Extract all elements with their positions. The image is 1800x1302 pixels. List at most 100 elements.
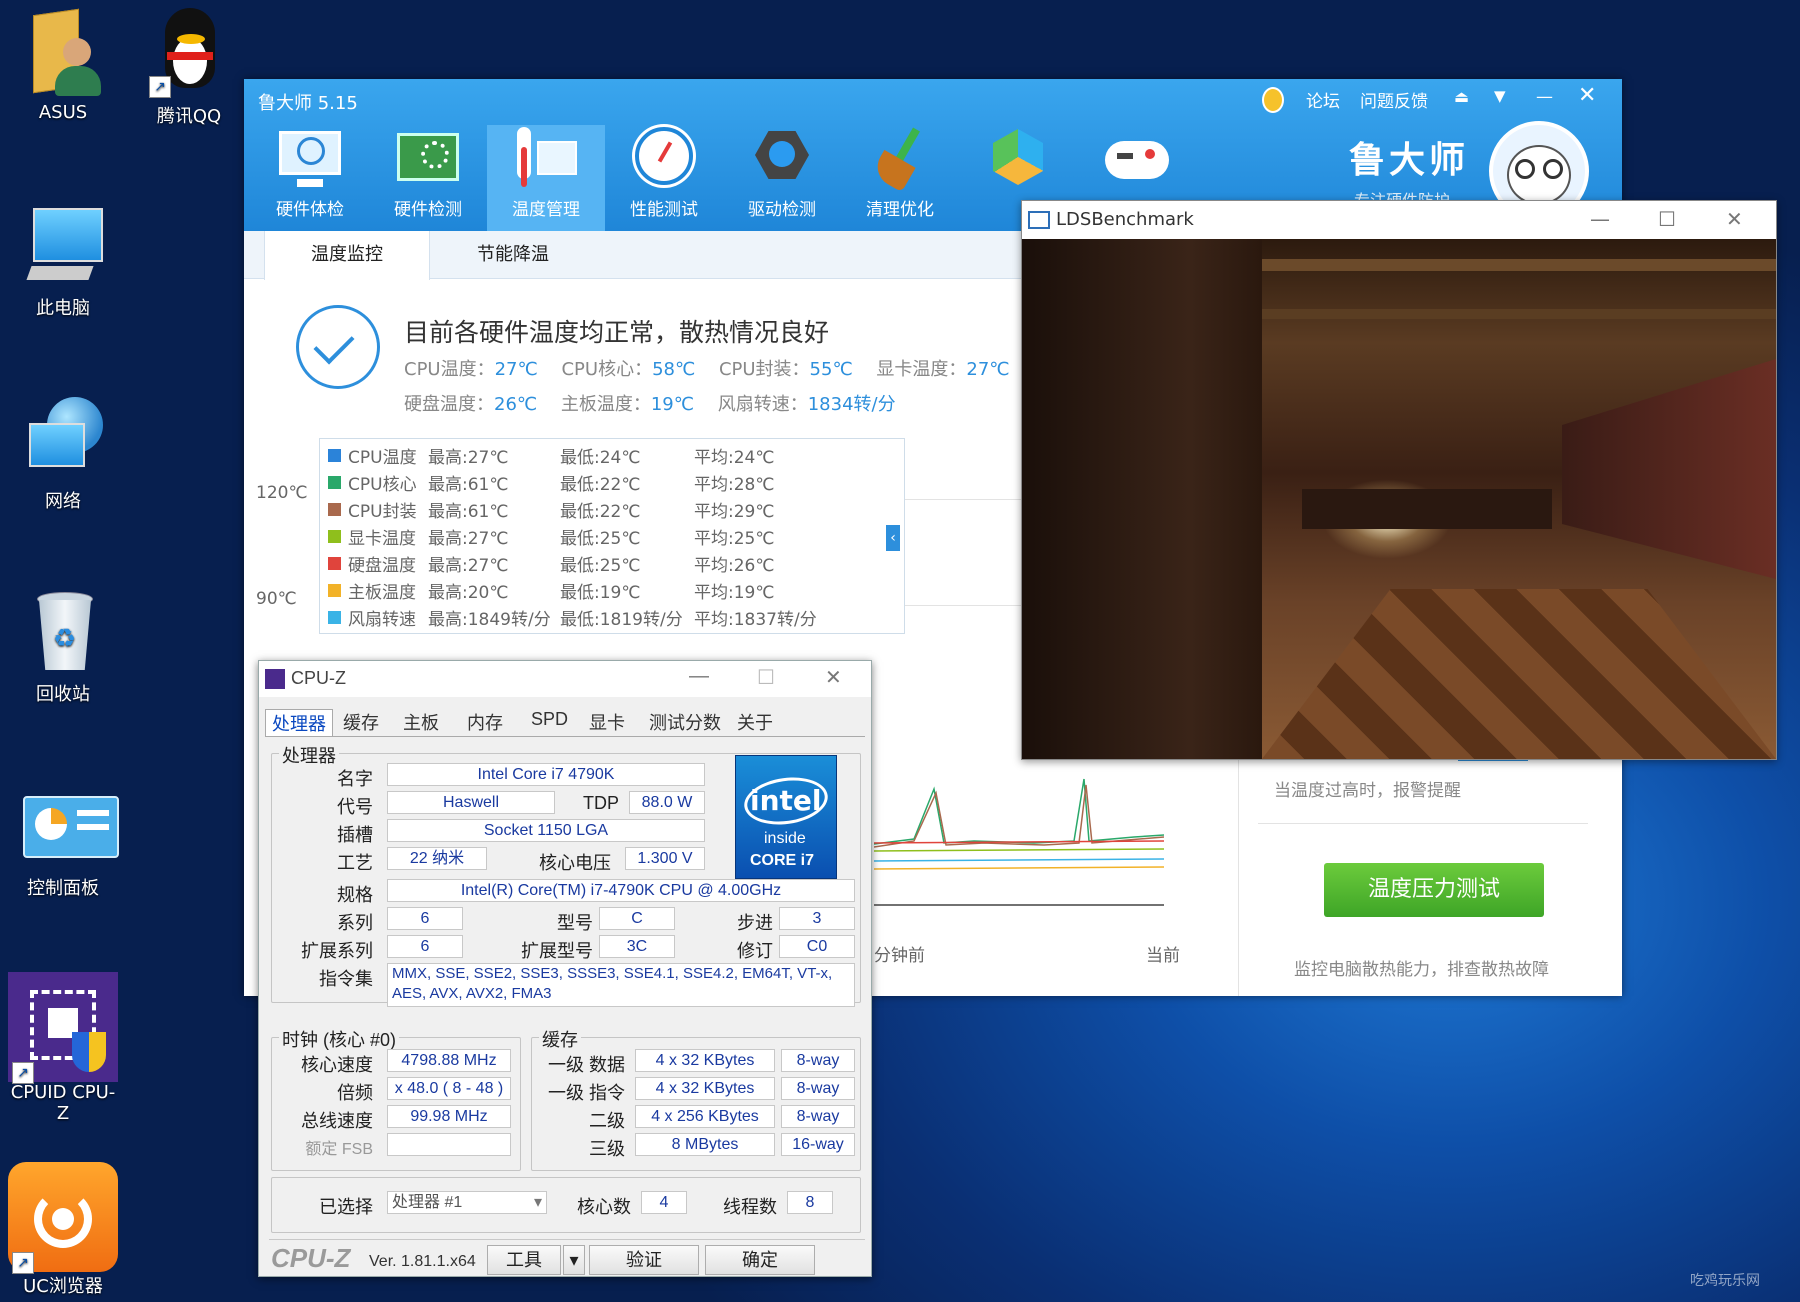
tab-processor[interactable]: 处理器 [265, 709, 333, 737]
desktop-icon-network[interactable]: 网络 [8, 393, 118, 513]
revision-label: 修订 [737, 941, 773, 961]
temperature-legend: CPU温度 最高:27℃ 最低:24℃ 平均:24℃ CPU核心 最高:61℃ 最低:22… [319, 438, 905, 634]
cache-l1i-way: 8-way [781, 1077, 855, 1100]
nav-performance[interactable]: 性能测试 [605, 125, 723, 231]
shortcut-arrow-icon: ↗ [12, 1062, 34, 1084]
voltage-field: 1.300 V [625, 847, 705, 870]
cache-l2-label: 二级 [589, 1111, 625, 1131]
desktop-icon-label: 腾讯QQ [156, 106, 222, 127]
nav-temperature[interactable]: 温度管理 [487, 125, 605, 231]
legend-min: 最低:22℃ [560, 475, 641, 495]
cache-l1i-size: 4 x 32 KBytes [635, 1077, 775, 1100]
brick-wall-left [1022, 239, 1262, 759]
forum-link[interactable]: 论坛 [1306, 87, 1340, 112]
metric-value: 26℃ [494, 394, 538, 415]
instructions-label: 指令集 [319, 969, 373, 989]
minimize-button[interactable]: — [689, 665, 709, 688]
core-speed-label: 核心速度 [301, 1055, 373, 1075]
desktop-icon-asus[interactable]: ASUS [8, 8, 118, 123]
tab-mainboard[interactable]: 主板 [397, 709, 445, 735]
bus-speed-label: 总线速度 [301, 1111, 373, 1131]
y-axis-label-120: 120℃ [256, 483, 308, 503]
tab-spd[interactable]: SPD [525, 709, 574, 735]
feedback-link[interactable]: 问题反馈 [1360, 87, 1428, 112]
threads-label: 线程数 [723, 1197, 777, 1217]
desktop-icon-label: 回收站 [36, 684, 90, 705]
desktop-icon-label: 网络 [45, 491, 81, 512]
name-field: Intel Core i7 4790K [387, 763, 705, 786]
instructions-line: AES, AVX, AVX2, FMA3 [392, 985, 552, 1002]
tdp-field: 88.0 W [629, 791, 705, 814]
legend-row: CPU核心 最高:61℃ 最低:22℃ 平均:28℃ [328, 470, 898, 495]
cache-l1d-label: 一级 数据 [547, 1055, 625, 1075]
nav-label: 硬件体检 [276, 200, 344, 220]
check-circle-icon [296, 305, 380, 389]
tab-temperature-monitor[interactable]: 温度监控 [264, 231, 430, 280]
tab-cache[interactable]: 缓存 [337, 709, 385, 735]
ext-model-label: 扩展型号 [521, 941, 593, 961]
tab-about[interactable]: 关于 [731, 709, 779, 735]
metric-value: 27℃ [494, 359, 538, 380]
x-axis-label-minutes-ago: 分钟前 [874, 946, 925, 966]
menu-dropdown-icon[interactable]: ▼ [1494, 87, 1506, 105]
legend-max: 最高:27℃ [428, 529, 509, 549]
nav-label: 驱动检测 [748, 200, 816, 220]
rated-fsb-label: 额定 FSB [305, 1141, 373, 1158]
gamepad-icon [1103, 127, 1169, 189]
series-line-cpu-temp [874, 858, 1164, 862]
legend-name: 显卡温度 [348, 529, 416, 549]
alert-text: 当温度过高时，报警提醒 [1274, 781, 1461, 801]
legend-min: 最低:22℃ [560, 502, 641, 522]
maximize-button[interactable]: ☐ [1658, 207, 1676, 231]
name-label: 名字 [337, 769, 373, 789]
tools-dropdown-button[interactable]: ▾ [563, 1245, 585, 1275]
desktop-icon-control-panel[interactable]: 控制面板 [8, 780, 119, 900]
tab-graphics[interactable]: 显卡 [583, 709, 631, 735]
skin-icon[interactable]: ⏏ [1454, 87, 1469, 106]
ok-button[interactable]: 确定 [705, 1245, 815, 1275]
maximize-button[interactable]: ☐ [757, 665, 775, 690]
close-button[interactable]: ✕ [1726, 207, 1743, 231]
tab-memory[interactable]: 内存 [461, 709, 509, 735]
minimize-button[interactable]: — [1590, 207, 1610, 231]
ext-family-field: 6 [387, 935, 463, 958]
minimize-button[interactable]: — [1536, 87, 1553, 107]
cache-l3-way: 16-way [781, 1133, 855, 1156]
ldsbenchmark-window: LDSBenchmark — ☐ ✕ [1021, 200, 1777, 760]
tab-bench[interactable]: 测试分数 [643, 709, 727, 735]
shortcut-arrow-icon: ↗ [149, 76, 171, 98]
desktop-icon-recycle-bin[interactable]: ♻ 回收站 [8, 586, 118, 706]
stress-test-button[interactable]: 温度压力测试 [1324, 863, 1544, 917]
selected-label: 已选择 [319, 1197, 373, 1217]
validate-button[interactable]: 验证 [589, 1245, 699, 1275]
close-button[interactable]: ✕ [1578, 83, 1596, 108]
cpuz-titlebar: CPU-Z — ☐ ✕ [259, 661, 871, 697]
user-folder-icon [19, 8, 107, 96]
close-button[interactable]: ✕ [825, 665, 842, 690]
desktop-icon-cpuz[interactable]: ↗ CPUID CPU-Z [8, 972, 118, 1124]
legend-avg: 平均:29℃ [694, 502, 775, 522]
legend-swatch [328, 557, 341, 570]
desktop-icon-uc-browser[interactable]: ↗ UC浏览器 [8, 1162, 118, 1298]
tab-energy-saving[interactable]: 节能降温 [430, 231, 596, 279]
desktop-icon-qq[interactable]: ↗ 腾讯QQ [134, 8, 244, 128]
cache-l3-label: 三级 [589, 1139, 625, 1159]
nav-hardware-detect[interactable]: 硬件检测 [369, 125, 487, 231]
legend-row: 风扇转速 最高:1849转/分 最低:1819转/分 平均:1837转/分 [328, 605, 898, 630]
nav-hardware-checkup[interactable]: 硬件体检 [251, 125, 369, 231]
multiplier-label: 倍频 [337, 1083, 373, 1103]
medal-icon[interactable] [1262, 87, 1284, 113]
desktop-icon-label: ASUS [38, 102, 88, 123]
desktop-icon-this-pc[interactable]: 此电脑 [8, 200, 118, 320]
processor-select[interactable]: 处理器 #1 ▾ [387, 1191, 547, 1214]
control-panel-icon [19, 780, 119, 868]
metrics-row-2: 硬盘温度：26℃ 主板温度：19℃ 风扇转速：1834转/分 [404, 390, 896, 416]
nav-cleanup[interactable]: 清理优化 [841, 125, 959, 231]
collapse-legend-button[interactable]: ‹ [886, 525, 900, 551]
legend-name: 主板温度 [348, 583, 416, 603]
tools-button[interactable]: 工具 [487, 1245, 561, 1275]
legend-row: 硬盘温度 最高:27℃ 最低:25℃ 平均:26℃ [328, 551, 898, 576]
cache-l3-size: 8 MBytes [635, 1133, 775, 1156]
nav-driver[interactable]: 驱动检测 [723, 125, 841, 231]
legend-swatch [328, 476, 341, 489]
